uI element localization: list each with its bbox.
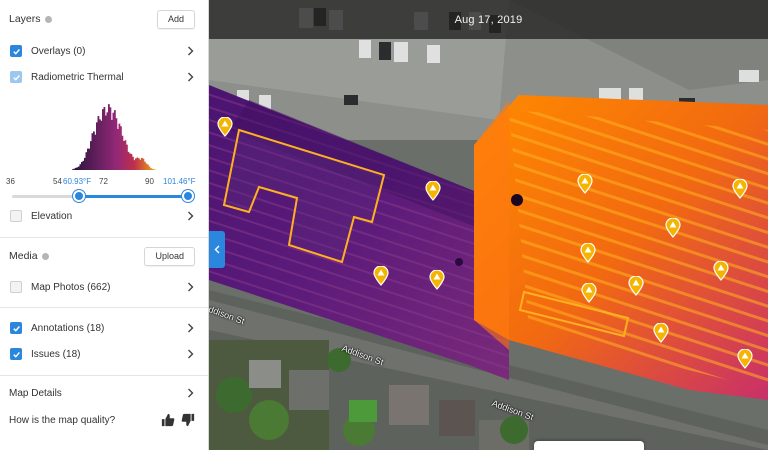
add-layer-button[interactable]: Add: [156, 9, 195, 29]
range-min-label: 60.93°F: [63, 177, 92, 186]
chevron-right-icon[interactable]: [185, 72, 195, 82]
histogram-tick-54: 54: [53, 177, 62, 186]
collapse-sidebar-tab[interactable]: [209, 231, 225, 268]
thumbs-down-icon[interactable]: [181, 413, 195, 427]
annotations-label: Annotations (18): [31, 322, 105, 334]
map-quality-row: How is the map quality?: [0, 409, 208, 431]
chevron-right-icon[interactable]: [185, 349, 195, 359]
check-icon: [12, 325, 20, 332]
info-dot-icon[interactable]: [44, 15, 52, 23]
annotation-pin-icon[interactable]: [581, 282, 597, 303]
histogram-tick-72: 72: [99, 177, 108, 186]
chevron-right-icon[interactable]: [185, 282, 195, 292]
elevation-label: Elevation: [31, 210, 73, 222]
check-icon: [12, 351, 20, 358]
layers-header: Layers Add: [0, 6, 208, 32]
map-bottom-control[interactable]: [534, 441, 644, 450]
capture-date: Aug 17, 2019: [454, 13, 523, 26]
media-row-annotations[interactable]: Annotations (18): [0, 317, 208, 339]
info-dot-icon[interactable]: [41, 252, 49, 260]
layers-title: Layers: [9, 13, 52, 25]
divider: [0, 375, 208, 376]
thermal-histogram: [72, 104, 163, 170]
histogram-tick-90: 90: [145, 177, 154, 186]
map-details-label: Map Details: [9, 387, 62, 399]
range-max-label: 101.46°F: [163, 177, 196, 186]
issues-checkbox[interactable]: [10, 348, 22, 360]
chevron-right-icon[interactable]: [185, 323, 195, 333]
annotation-pin-icon[interactable]: [665, 217, 681, 238]
annotation-pin-icon[interactable]: [713, 260, 729, 281]
upload-media-button[interactable]: Upload: [144, 246, 195, 266]
map-date-bar: Aug 17, 2019: [209, 0, 768, 39]
annotation-pin-icon[interactable]: [425, 180, 441, 201]
chevron-right-icon[interactable]: [185, 388, 195, 398]
chevron-left-icon: [214, 245, 220, 254]
radiometric-thermal-label: Radiometric Thermal: [31, 71, 124, 83]
annotation-pin-icon[interactable]: [217, 116, 233, 137]
annotation-pin-icon[interactable]: [732, 178, 748, 199]
histogram-tick-36: 36: [6, 177, 15, 186]
map-photos-label: Map Photos (662): [31, 281, 111, 293]
radiometric-thermal-checkbox[interactable]: [10, 71, 22, 83]
chevron-right-icon[interactable]: [185, 46, 195, 56]
thumbs-up-icon[interactable]: [161, 413, 175, 427]
layer-row-radiometric-thermal[interactable]: Radiometric Thermal: [0, 66, 208, 88]
media-row-map-photos[interactable]: Map Photos (662): [0, 276, 208, 298]
layer-row-overlays[interactable]: Overlays (0): [0, 40, 208, 62]
map-photos-checkbox[interactable]: [10, 281, 22, 293]
divider: [0, 307, 208, 308]
chevron-right-icon[interactable]: [185, 211, 195, 221]
check-icon: [12, 48, 20, 55]
thermal-map-view[interactable]: Aug 17, 2019 Addison St Addison St Addis…: [209, 0, 768, 450]
map-imagery: [209, 0, 768, 450]
overlays-checkbox[interactable]: [10, 45, 22, 57]
check-icon: [12, 74, 20, 81]
range-min-handle[interactable]: [73, 190, 86, 202]
annotations-checkbox[interactable]: [10, 322, 22, 334]
annotation-pin-icon[interactable]: [653, 322, 669, 343]
media-title: Media: [9, 250, 49, 262]
layers-sidebar: Layers Add Overlays (0) Radiometric Ther…: [0, 0, 209, 450]
issues-label: Issues (18): [31, 348, 81, 360]
annotation-pin-icon[interactable]: [628, 275, 644, 296]
annotation-pin-icon[interactable]: [580, 242, 596, 263]
divider: [0, 237, 208, 238]
layer-row-elevation[interactable]: Elevation: [0, 205, 208, 227]
map-quality-question: How is the map quality?: [9, 414, 116, 426]
annotation-pin-icon[interactable]: [373, 265, 389, 286]
temperature-range-fill: [79, 195, 189, 198]
media-row-issues[interactable]: Issues (18): [0, 343, 208, 365]
annotation-pin-icon[interactable]: [737, 348, 753, 369]
annotation-pin-icon[interactable]: [429, 269, 445, 290]
range-max-handle[interactable]: [182, 190, 195, 202]
media-header: Media Upload: [0, 243, 208, 269]
overlays-label: Overlays (0): [31, 45, 86, 57]
annotation-pin-icon[interactable]: [577, 173, 593, 194]
map-details-row[interactable]: Map Details: [0, 382, 208, 404]
elevation-checkbox[interactable]: [10, 210, 22, 222]
